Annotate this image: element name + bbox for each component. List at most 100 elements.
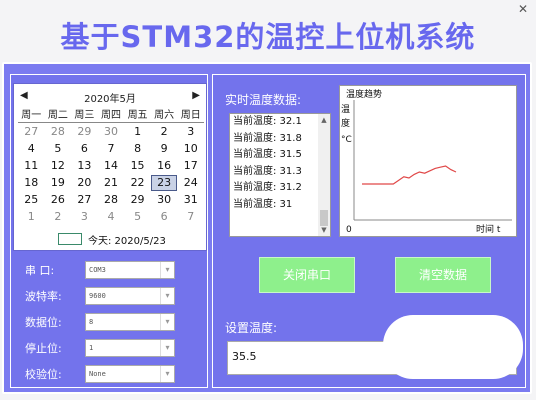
calendar-day[interactable]: 7: [98, 141, 125, 157]
right-panel: 实时温度数据: 当前温度: 32.1 当前温度: 31.8 当前温度: 31.5 当前…: [212, 74, 526, 388]
redaction-patch: [383, 315, 523, 379]
next-month-icon[interactable]: ▶: [192, 90, 200, 101]
calendar-day[interactable]: 29: [124, 192, 151, 208]
calendar-day[interactable]: 13: [71, 158, 98, 174]
clear-data-button[interactable]: 清空数据: [395, 257, 491, 293]
temperature-data-item[interactable]: 当前温度: 32.1: [230, 114, 330, 131]
parity-value: None: [89, 370, 106, 378]
calendar-today[interactable]: 今天: 2020/5/23: [58, 232, 166, 247]
calendar-day[interactable]: 1: [18, 209, 45, 225]
calendar-day[interactable]: 25: [18, 192, 45, 208]
calendar-day[interactable]: 11: [18, 158, 45, 174]
chart-origin-label: 0: [346, 225, 352, 235]
app-title: 基于STM32的温控上位机系统: [60, 20, 476, 54]
calendar-day[interactable]: 12: [45, 158, 72, 174]
today-marker-icon: [58, 233, 82, 245]
scroll-down-icon[interactable]: ▼: [318, 224, 330, 236]
stopbits-row: 停止位: 1 ▾: [25, 339, 175, 357]
stopbits-value: 1: [89, 344, 94, 352]
calendar-day[interactable]: 30: [151, 192, 178, 208]
temperature-data-list[interactable]: 当前温度: 32.1 当前温度: 31.8 当前温度: 31.5 当前温度: 31.3…: [229, 113, 331, 237]
stopbits-label: 停止位:: [25, 342, 62, 355]
calendar-day[interactable]: 31: [177, 192, 204, 208]
temperature-data-item[interactable]: 当前温度: 31.5: [230, 147, 330, 164]
calendar-day[interactable]: 6: [151, 209, 178, 225]
chart-xlabel: 时间 t: [476, 223, 501, 235]
databits-value: 8: [89, 318, 94, 326]
chevron-down-icon[interactable]: ▾: [160, 366, 174, 382]
calendar-day[interactable]: 4: [18, 141, 45, 157]
calendar-day[interactable]: 20: [71, 175, 98, 191]
calendar-day[interactable]: 14: [98, 158, 125, 174]
chevron-down-icon[interactable]: ▾: [160, 288, 174, 304]
data-items: 当前温度: 32.1 当前温度: 31.8 当前温度: 31.5 当前温度: 31.3…: [230, 114, 330, 213]
calendar-day[interactable]: 7: [177, 209, 204, 225]
calendar-day[interactable]: 9: [151, 141, 178, 157]
temperature-series-line: [362, 165, 457, 185]
data-list-scrollbar[interactable]: ▲ ▼: [318, 114, 330, 236]
calendar-day[interactable]: 3: [71, 209, 98, 225]
stopbits-select[interactable]: 1 ▾: [85, 339, 175, 357]
temperature-data-item[interactable]: 当前温度: 31.2: [230, 180, 330, 197]
calendar-day[interactable]: 19: [45, 175, 72, 191]
calendar-day[interactable]: 5: [124, 209, 151, 225]
calendar-day[interactable]: 6: [71, 141, 98, 157]
calendar-day[interactable]: 2: [151, 124, 178, 140]
main-frame: ◀ 2020年5月 ▶ 周一 周二 周三 周四 周五 周六 周日 27 28 29 30 1 2 3 4 5 6…: [2, 62, 532, 394]
calendar-day[interactable]: 16: [151, 158, 178, 174]
chart-series-group: [362, 165, 457, 185]
parity-label: 校验位:: [25, 368, 62, 381]
weekday-header: 周五: [124, 108, 151, 123]
calendar-day[interactable]: 21: [98, 175, 125, 191]
weekday-header: 周一: [18, 108, 45, 123]
calendar-day[interactable]: 24: [177, 175, 204, 191]
databits-label: 数据位:: [25, 316, 62, 329]
close-port-button[interactable]: 关闭串口: [259, 257, 355, 293]
baud-row: 波特率: 9600 ▾: [25, 287, 175, 305]
temperature-data-item[interactable]: 当前温度: 31: [230, 197, 330, 214]
calendar-day[interactable]: 28: [98, 192, 125, 208]
port-value: COM3: [89, 266, 106, 274]
left-panel: ◀ 2020年5月 ▶ 周一 周二 周三 周四 周五 周六 周日 27 28 29 30 1 2 3 4 5 6…: [10, 74, 208, 388]
chevron-down-icon[interactable]: ▾: [160, 262, 174, 278]
port-row: 串 口: COM3 ▾: [25, 261, 175, 279]
temperature-data-item[interactable]: 当前温度: 31.8: [230, 131, 330, 148]
baud-value: 9600: [89, 292, 106, 300]
chevron-down-icon[interactable]: ▾: [160, 340, 174, 356]
calendar-day[interactable]: 17: [177, 158, 204, 174]
calendar-day[interactable]: 27: [18, 124, 45, 140]
chevron-down-icon[interactable]: ▾: [160, 314, 174, 330]
scroll-up-icon[interactable]: ▲: [318, 114, 330, 126]
calendar-day[interactable]: 18: [18, 175, 45, 191]
chart-title: 温度趋势: [346, 88, 382, 100]
baud-select[interactable]: 9600 ▾: [85, 287, 175, 305]
calendar-day[interactable]: 8: [124, 141, 151, 157]
calendar-day[interactable]: 29: [71, 124, 98, 140]
port-select[interactable]: COM3 ▾: [85, 261, 175, 279]
chart-ylabel-2: 度: [341, 117, 350, 129]
parity-row: 校验位: None ▾: [25, 365, 175, 383]
calendar-day[interactable]: 5: [45, 141, 72, 157]
calendar-day[interactable]: 22: [124, 175, 151, 191]
calendar-day[interactable]: 10: [177, 141, 204, 157]
databits-row: 数据位: 8 ▾: [25, 313, 175, 331]
calendar-day[interactable]: 4: [98, 209, 125, 225]
realtime-data-label: 实时温度数据:: [225, 93, 302, 107]
calendar-month-title[interactable]: 2020年5月: [14, 90, 206, 105]
today-label: 今天: 2020/5/23: [88, 235, 166, 247]
databits-select[interactable]: 8 ▾: [85, 313, 175, 331]
calendar-day[interactable]: 1: [124, 124, 151, 140]
calendar-day[interactable]: 30: [98, 124, 125, 140]
calendar-day[interactable]: 2: [45, 209, 72, 225]
calendar-day[interactable]: 28: [45, 124, 72, 140]
calendar-day[interactable]: 15: [124, 158, 151, 174]
parity-select[interactable]: None ▾: [85, 365, 175, 383]
calendar-day[interactable]: 3: [177, 124, 204, 140]
calendar-day[interactable]: 26: [45, 192, 72, 208]
temperature-data-item[interactable]: 当前温度: 31.3: [230, 164, 330, 181]
calendar-day[interactable]: 23: [150, 175, 178, 191]
weekday-header: 周三: [71, 108, 98, 123]
chart-svg: 温度趋势 温 度 °C 0 时间 t: [341, 88, 512, 235]
calendar-day[interactable]: 27: [71, 192, 98, 208]
weekday-header: 周二: [44, 108, 72, 123]
